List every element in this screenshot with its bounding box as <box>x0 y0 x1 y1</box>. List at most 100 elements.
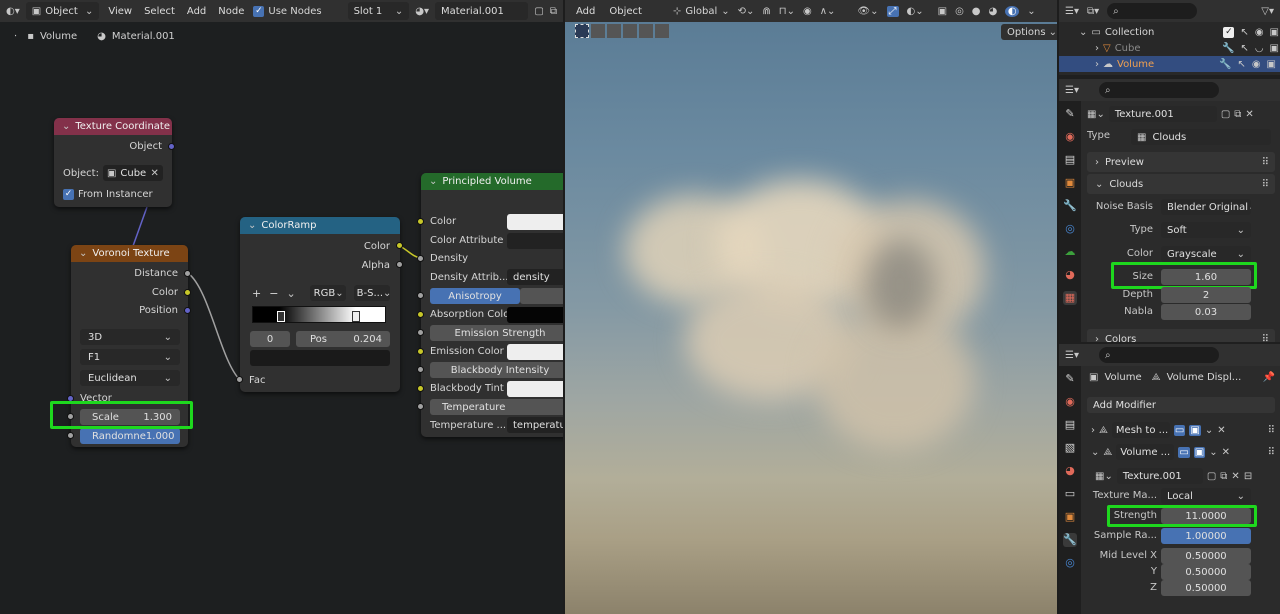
mid-level-z-field[interactable]: 0.50000 <box>1161 580 1251 596</box>
select-arrow-icon[interactable]: ↖ <box>1237 59 1245 70</box>
texture-type-dropdown[interactable]: ▦ Clouds <box>1131 129 1271 145</box>
close-icon[interactable]: ✕ <box>1217 425 1225 436</box>
collapse-arrow-icon[interactable]: ⌄ <box>248 220 256 231</box>
temperature-attribute-field[interactable]: temperature <box>507 417 563 433</box>
eye-icon[interactable]: ◉ <box>1255 27 1264 38</box>
solid-shading-icon[interactable]: ● <box>972 6 981 17</box>
node-header[interactable]: ⌄ Principled Volume <box>421 173 563 190</box>
snap-icon[interactable]: ⋒ <box>762 6 770 17</box>
noise-type-dropdown[interactable]: Soft ⌄ <box>1161 222 1251 238</box>
density-attribute-field[interactable]: density <box>507 269 563 285</box>
mid-level-y-field[interactable]: 0.50000 <box>1161 564 1251 580</box>
select-extend-icon[interactable] <box>607 24 621 38</box>
outliner-search[interactable]: ⌕ <box>1107 3 1198 19</box>
socket-density[interactable] <box>417 255 424 262</box>
socket-scale[interactable] <box>67 413 74 420</box>
texture-tab-icon[interactable]: ▦ <box>1063 291 1077 305</box>
chevron-down-icon[interactable]: ⌄ <box>1205 425 1213 436</box>
output-tab-icon[interactable]: ▤ <box>1063 418 1077 432</box>
options-dropdown[interactable]: Options ⌄ <box>1001 24 1057 40</box>
tool-tab-icon[interactable]: ✎ <box>1063 372 1077 386</box>
outliner[interactable]: ☰▾ ⧉▾ ⌕ ▽▾ ⌄ ▭ Collection ✓ ↖ ◉ ▣ › ▽ Cu… <box>1059 0 1280 75</box>
editor-type-icon[interactable]: ☰▾ <box>1065 350 1079 361</box>
close-icon[interactable]: ✕ <box>1245 109 1253 120</box>
properties-search[interactable]: ⌕ <box>1098 347 1219 363</box>
socket-distance[interactable] <box>184 270 191 277</box>
close-icon[interactable]: ✕ <box>151 168 159 179</box>
duplicate-icon[interactable]: ⧉ <box>1234 109 1241 120</box>
color-swatch[interactable] <box>507 214 563 230</box>
socket-color[interactable] <box>184 289 191 296</box>
outliner-row-volume[interactable]: › ☁ Volume 🔧 ↖ ◉ ▣ <box>1059 56 1280 72</box>
xray-icon[interactable]: ▣ <box>938 6 947 17</box>
chevron-down-icon[interactable]: ⌄ <box>1209 447 1217 458</box>
temperature-field[interactable]: Temperature <box>430 399 563 415</box>
socket-temperature[interactable] <box>417 403 424 410</box>
node-header[interactable]: ⌄ ColorRamp <box>240 217 400 234</box>
expand-arrow-icon[interactable]: › <box>1091 425 1095 436</box>
modifier-name-field[interactable]: Volume ... <box>1116 444 1175 460</box>
tool-tab-icon[interactable]: ✎ <box>1063 107 1077 121</box>
drag-handle-icon[interactable]: ⠿ <box>1262 179 1269 190</box>
show-render-icon[interactable]: ▣ <box>1193 446 1206 458</box>
proportional-edit-icon[interactable]: ◉ <box>803 6 812 17</box>
physics-tab-icon[interactable]: ◎ <box>1063 222 1077 236</box>
texture-name-field[interactable]: Texture.001 <box>1116 468 1203 484</box>
modifier-properties[interactable]: ☰▾ ⌕ ✎ ◉ ▤ ▧ ◕ ▭ ▣ 🔧 ◎ ▣ Volume ⟁ Volume… <box>1059 344 1280 614</box>
select-intersect-icon[interactable] <box>655 24 669 38</box>
fake-user-icon[interactable]: ▢ <box>1207 471 1216 482</box>
physics-tab-icon[interactable]: ◎ <box>1063 556 1077 570</box>
socket-blackbody-intensity[interactable] <box>417 366 424 373</box>
color-mode-dropdown[interactable]: Grayscale ⌄ <box>1161 246 1251 262</box>
drag-handle-icon[interactable]: ⠿ <box>1262 157 1269 168</box>
select-box-icon[interactable] <box>575 24 589 38</box>
select-arrow-icon[interactable]: ↖ <box>1240 27 1248 38</box>
output-tab-icon[interactable]: ▤ <box>1063 153 1077 167</box>
render-tab-icon[interactable]: ◉ <box>1063 130 1077 144</box>
checkbox-icon[interactable]: ✓ <box>63 188 74 200</box>
material-tab-icon[interactable]: ◕ <box>1063 268 1077 282</box>
modifier-wrench-icon[interactable]: 🔧 <box>1222 43 1234 54</box>
material-shading-icon[interactable]: ◕ <box>989 6 998 17</box>
blackbody-tint-swatch[interactable] <box>507 381 563 397</box>
feature-dropdown[interactable]: F1 ⌄ <box>80 349 180 365</box>
socket-fac[interactable] <box>236 376 243 383</box>
node-voronoi-texture[interactable]: ⌄ Voronoi Texture Distance Color Positio… <box>67 245 191 447</box>
texture-mapping-dropdown[interactable]: Local ⌄ <box>1161 488 1251 504</box>
anisotropy-field-rest[interactable] <box>520 288 563 304</box>
magnet-icon[interactable]: ⊓⌄ <box>779 6 795 17</box>
dimensions-dropdown[interactable]: 3D ⌄ <box>80 329 180 345</box>
node-texture-coordinate[interactable]: ⌄ Texture Coordinate Object Object: ▣ Cu… <box>54 118 175 207</box>
select-new-icon[interactable] <box>591 24 605 38</box>
node-editor[interactable]: ◐▾ ▣ Object ⌄ View Select Add Node ✓ Use… <box>0 0 563 614</box>
socket-vector[interactable] <box>67 395 74 402</box>
view-layer-tab-icon[interactable]: ▧ <box>1063 441 1077 455</box>
object-tab-icon[interactable]: ▣ <box>1063 510 1077 524</box>
visibility-icon[interactable]: 👁⌄ <box>857 6 878 17</box>
show-render-icon[interactable]: ▣ <box>1189 424 1201 436</box>
socket-object[interactable] <box>168 143 175 150</box>
shading-options-icon[interactable]: ⌄ <box>1027 6 1035 17</box>
color-attribute-field[interactable] <box>507 233 563 249</box>
add-stop-button[interactable]: + <box>252 287 261 300</box>
close-icon[interactable]: ✕ <box>1231 471 1239 482</box>
close-icon[interactable]: ✕ <box>1222 447 1230 458</box>
modifier-mesh-to-volume[interactable]: › ⟁ Mesh to ... ▭ ▣ ⌄ ✕ ⠿ <box>1091 422 1275 438</box>
modifier-name-field[interactable]: Mesh to ... <box>1111 422 1170 438</box>
chevron-down-icon[interactable]: ⌄ <box>286 287 295 300</box>
color-mode-dropdown[interactable]: RGB ⌄ <box>309 285 346 301</box>
3d-viewport[interactable]: Add Object ⊹ Global ⌄ ⟲⌄ ⋒ ⊓⌄ ◉ ∧⌄ 👁⌄ ⤢ … <box>565 0 1057 614</box>
ramp-stop-black[interactable] <box>277 311 285 322</box>
editor-type-icon[interactable]: ☰▾ <box>1065 6 1079 17</box>
editor-type-icon[interactable]: ☰▾ <box>1065 85 1079 96</box>
socket-color[interactable] <box>417 218 424 225</box>
drag-handle-icon[interactable]: ⠿ <box>1262 334 1269 343</box>
node-colorramp[interactable]: ⌄ ColorRamp Color Alpha + − ⌄ RGB ⌄ B-S..… <box>236 217 403 392</box>
falloff-icon[interactable]: ∧⌄ <box>820 6 836 17</box>
socket-alpha[interactable] <box>396 261 403 268</box>
show-viewport-icon[interactable]: ▭ <box>1173 424 1186 436</box>
clouds-subpanel[interactable]: ⌄ Clouds ⠿ <box>1087 174 1275 194</box>
texture-browse-icon[interactable]: ▦⌄ <box>1095 471 1113 482</box>
show-viewport-icon[interactable]: ▭ <box>1178 446 1190 458</box>
add-modifier-dropdown[interactable]: Add Modifier <box>1087 397 1275 413</box>
